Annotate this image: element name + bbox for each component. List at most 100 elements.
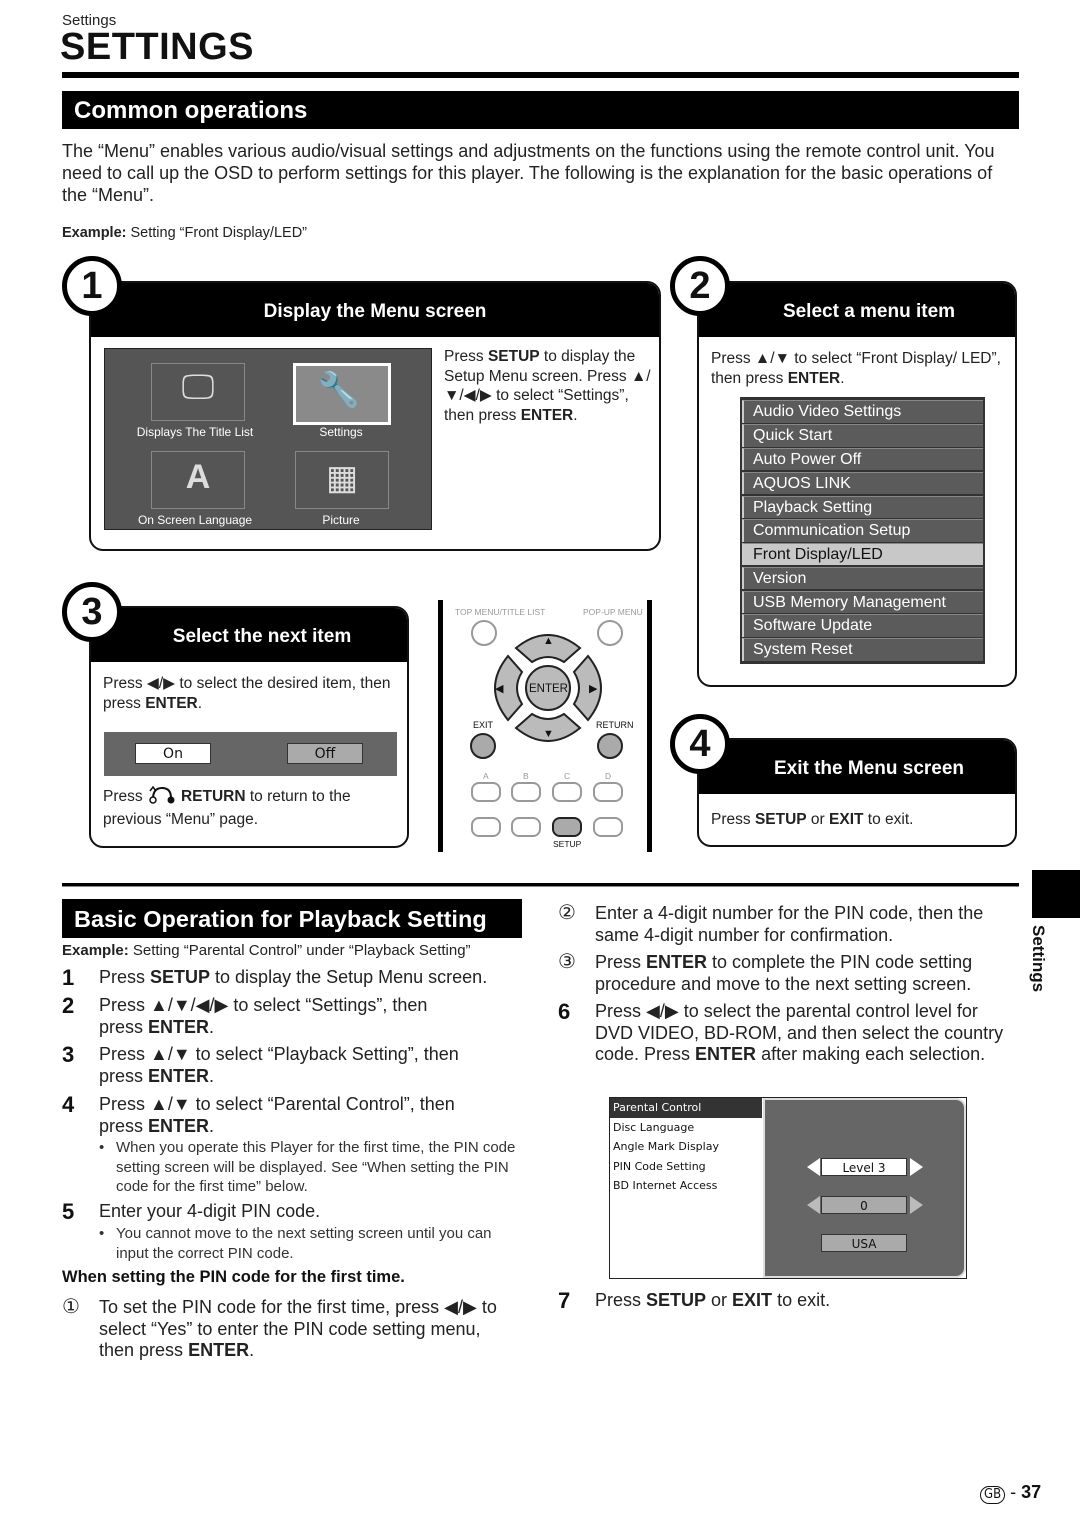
key-c-label: C (564, 771, 571, 781)
return-label: RETURN (596, 720, 634, 730)
down-arrow[interactable]: ▼ (543, 728, 554, 740)
playback-setting-item[interactable]: PIN Code Setting (610, 1157, 762, 1177)
step3-return-note: Press RETURN to return to the previous “… (103, 785, 403, 829)
text: . (840, 369, 845, 387)
remote-control-illustration: TOP MENU/TITLE LIST POP-UP MENU ▲ ▼ ◀ ▶ … (438, 600, 652, 852)
menu-item[interactable]: Communication Setup (742, 519, 983, 542)
step-text: Press ENTER to complete the PIN code set… (595, 952, 973, 994)
popup-menu-label: POP-UP MENU (583, 607, 643, 617)
exit-label: EXIT (473, 720, 494, 730)
setup-label: SETUP (553, 839, 582, 849)
key-c[interactable] (552, 782, 582, 802)
right-arrow[interactable]: ▶ (589, 682, 597, 695)
step-number: 3 (62, 1042, 75, 1067)
bullet: • (99, 1225, 105, 1242)
step4-panel: Exit the Menu screen (697, 738, 1017, 847)
playback-setting-item[interactable]: Disc Language (610, 1118, 762, 1138)
text: Press (103, 788, 147, 805)
left-arrow[interactable]: ◀ (495, 682, 503, 695)
menu-item[interactable]: Audio Video Settings (742, 400, 983, 423)
section-divider (62, 883, 1019, 887)
first-time-substep-2: ② Enter a 4-digit number for the PIN cod… (558, 902, 1018, 947)
side-tab-marker (1032, 870, 1080, 918)
first-time-substep-1: ① To set the PIN code for the first time… (62, 1296, 522, 1363)
exit-button[interactable] (470, 733, 496, 759)
menu-item[interactable]: Playback Setting (742, 495, 983, 518)
parental-second-value[interactable]: 0 (821, 1196, 907, 1214)
blank-key[interactable] (511, 817, 541, 837)
menu-tile-title-list[interactable]: 🖵 (151, 363, 245, 421)
menu-item[interactable]: System Reset (742, 638, 983, 661)
key-d[interactable] (593, 782, 623, 802)
wrench-icon: 🔧 (317, 371, 361, 409)
step-number: 4 (62, 1092, 75, 1117)
section-title-playback: Basic Operation for Playback Setting (62, 899, 522, 936)
parental-values-panel: Level 3 0 USA (763, 1098, 966, 1278)
substep-number: ② (558, 902, 576, 924)
playback-setting-item[interactable]: BD Internet Access (610, 1176, 762, 1196)
step-text: Enter a 4-digit number for the PIN code,… (595, 903, 984, 945)
step3-instructions: Press ◀/▶ to select the desired item, th… (103, 674, 403, 713)
arrow-left-icon[interactable] (807, 1196, 820, 1214)
playback-setting-item[interactable]: Angle Mark Display (610, 1137, 762, 1157)
key-a[interactable] (471, 782, 501, 802)
step1-title: Display the Menu screen (91, 283, 659, 337)
example-label: Example: (62, 942, 129, 959)
up-arrow[interactable]: ▲ (543, 635, 554, 647)
first-time-heading: When setting the PIN code for the first … (62, 1268, 405, 1286)
remote-edge (438, 600, 443, 852)
arrow-right-icon[interactable] (910, 1196, 923, 1214)
text: . (197, 694, 203, 712)
key-setup: SETUP (487, 348, 540, 365)
first-time-substep-3: ③ Press ENTER to complete the PIN code s… (558, 951, 1018, 996)
settings-menu-list: Audio Video Settings Quick Start Auto Powe… (740, 397, 985, 664)
key-a-label: A (483, 771, 489, 781)
separator: - (1005, 1482, 1022, 1502)
key-enter: ENTER (520, 406, 574, 424)
country-code-value[interactable]: USA (821, 1234, 907, 1252)
text: . (573, 406, 578, 424)
setup-button[interactable] (552, 817, 582, 837)
setup-menu-screen: 🖵 Displays The Title List 🔧 Settings A O… (104, 348, 432, 530)
return-button[interactable] (597, 733, 623, 759)
return-icon (147, 785, 181, 810)
example-line: Example: Setting “Front Display/LED” (62, 225, 307, 241)
key-enter: ENTER (787, 369, 841, 387)
step2-title: Select a menu item (699, 283, 1015, 337)
menu-item[interactable]: Front Display/LED (742, 543, 983, 566)
tv-icon: 🖵 (181, 368, 215, 406)
menu-item[interactable]: Version (742, 566, 983, 590)
language-icon: A (185, 458, 211, 496)
menu-tile-label: Settings (319, 425, 363, 439)
step2-instructions: Press ▲/▼ to select “Front Display/ LED”… (711, 349, 1001, 388)
menu-tile-settings[interactable]: 🔧 (293, 363, 391, 425)
menu-tile-picture[interactable]: ▦ (295, 451, 389, 509)
option-off[interactable]: Off (287, 743, 363, 764)
region-badge: GB (980, 1486, 1006, 1504)
step-number: 2 (62, 993, 75, 1018)
arrow-left-icon[interactable] (807, 1158, 820, 1176)
menu-tile-on-screen-language[interactable]: A (151, 451, 245, 509)
step-number: 6 (558, 999, 571, 1024)
menu-item[interactable]: Software Update (742, 614, 983, 637)
page-number: GB - 37 (980, 1482, 1041, 1504)
parental-level-value[interactable]: Level 3 (821, 1158, 907, 1176)
menu-item[interactable]: USB Memory Management (742, 590, 983, 614)
playback-example-line: Example: Setting “Parental Control” unde… (62, 942, 471, 959)
playback-setting-item[interactable]: Parental Control (610, 1098, 762, 1118)
blank-key[interactable] (593, 817, 623, 837)
key-enter: ENTER (145, 694, 198, 712)
step4-instructions: Press SETUP or EXIT to exit. (711, 810, 1011, 830)
arrow-right-icon[interactable] (910, 1158, 923, 1176)
step-text: To set the PIN code for the first time, … (99, 1297, 497, 1360)
blank-key[interactable] (471, 817, 501, 837)
enter-label[interactable]: ENTER (529, 683, 568, 695)
menu-item[interactable]: Auto Power Off (742, 447, 983, 471)
option-on[interactable]: On (135, 743, 211, 764)
menu-item[interactable]: Quick Start (742, 424, 983, 447)
step-number-1: 1 (62, 256, 122, 316)
key-exit: EXIT (829, 811, 864, 828)
key-b[interactable] (511, 782, 541, 802)
key-setup: SETUP (754, 811, 807, 828)
menu-item[interactable]: AQUOS LINK (742, 471, 983, 495)
